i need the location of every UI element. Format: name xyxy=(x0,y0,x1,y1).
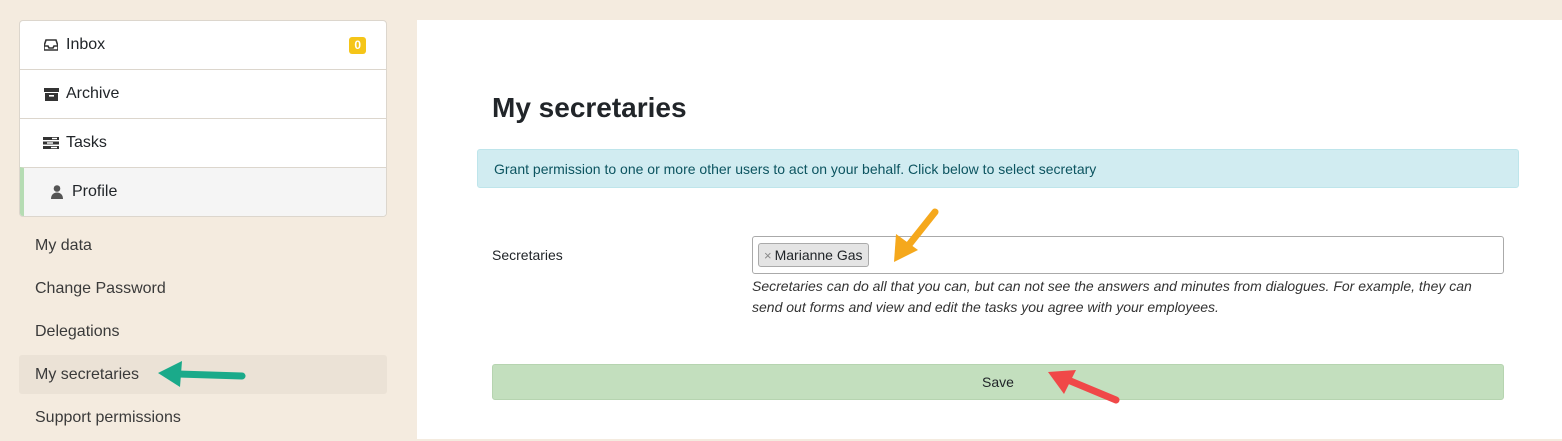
sidebar-item-label: Profile xyxy=(72,183,118,200)
tag-label: Marianne Gas xyxy=(774,247,863,263)
profile-subnav: My data Change Password Delegations My s… xyxy=(19,226,387,441)
user-icon xyxy=(49,184,65,200)
sidebar-item-inbox[interactable]: Inbox 0 xyxy=(20,21,386,69)
sidebar-item-label: Archive xyxy=(66,85,120,102)
page-title: My secretaries xyxy=(492,92,687,123)
sidebar-item-label: Inbox xyxy=(66,36,106,53)
sidebar-nav: Inbox 0 Archive Tasks Profile xyxy=(19,20,387,217)
sidebar-item-tasks[interactable]: Tasks xyxy=(20,118,386,167)
subnav-item-support-permissions[interactable]: Support permissions xyxy=(19,398,387,437)
archive-icon xyxy=(43,86,59,102)
info-alert: Grant permission to one or more other us… xyxy=(477,149,1519,188)
secretaries-label: Secretaries xyxy=(492,247,563,263)
sidebar-item-profile[interactable]: Profile xyxy=(20,167,386,216)
selected-secretary-tag: × Marianne Gas xyxy=(758,243,869,267)
tasks-icon xyxy=(43,135,59,151)
subnav-item-my-secretaries[interactable]: My secretaries xyxy=(19,355,387,394)
sidebar-item-archive[interactable]: Archive xyxy=(20,69,386,118)
main-panel: My secretaries Grant permission to one o… xyxy=(417,20,1562,439)
inbox-icon xyxy=(43,37,59,53)
inbox-count-badge: 0 xyxy=(349,37,366,54)
remove-tag-icon[interactable]: × xyxy=(764,248,772,263)
subnav-item-my-data[interactable]: My data xyxy=(19,226,387,265)
subnav-item-delegations[interactable]: Delegations xyxy=(19,312,387,351)
sidebar-item-label: Tasks xyxy=(66,134,107,151)
subnav-item-change-password[interactable]: Change Password xyxy=(19,269,387,308)
secretaries-select[interactable]: × Marianne Gas xyxy=(752,236,1504,274)
save-button[interactable]: Save xyxy=(492,364,1504,400)
secretaries-help-text: Secretaries can do all that you can, but… xyxy=(752,278,1472,315)
